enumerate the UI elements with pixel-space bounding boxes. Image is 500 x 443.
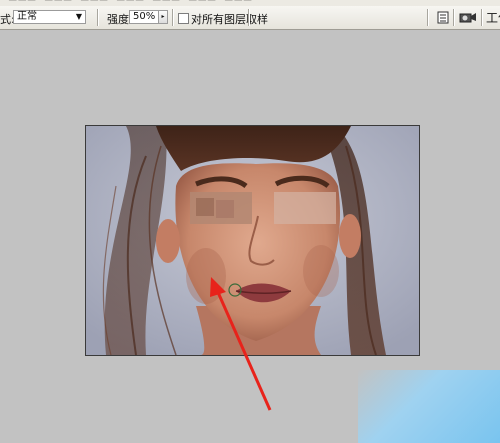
desktop-corner — [358, 370, 500, 443]
